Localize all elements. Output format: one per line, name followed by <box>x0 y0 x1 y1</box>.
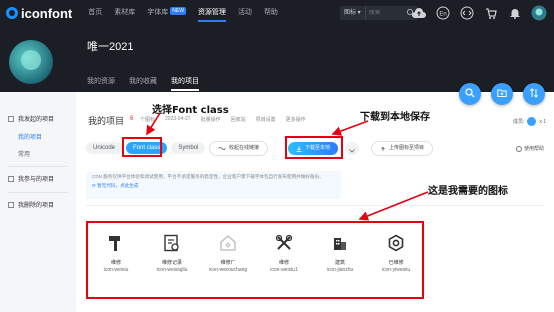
tools-icon <box>275 234 293 250</box>
bell-icon[interactable] <box>506 4 524 22</box>
tab-font-class[interactable]: Font class <box>126 142 168 154</box>
tab-symbol[interactable]: Symbol <box>171 142 206 154</box>
sidebar-item-common[interactable]: 常用 <box>18 149 30 158</box>
logo-icon <box>6 7 18 19</box>
profile-tabs: 我的资源 我的收藏 我的项目 <box>87 76 213 91</box>
nav-item-library[interactable]: 素材库 <box>114 0 135 26</box>
collapse-online-link-button[interactable]: 收起在线链接 <box>210 142 268 155</box>
profile-avatar <box>9 40 53 84</box>
top-nav: iconfont 首页 素材库 字体库NEW 资源管理 活动 帮助 图标 ▾ E… <box>0 0 554 26</box>
new-badge: NEW <box>170 7 186 15</box>
nav-item-home[interactable]: 首页 <box>88 0 102 26</box>
search-icon <box>465 85 475 103</box>
recycle-bin-link[interactable]: 回收站 <box>231 116 246 123</box>
icon-card[interactable]: 维修厂 icon-weixiuchang <box>200 234 256 298</box>
search-input[interactable] <box>365 10 406 16</box>
tab-my-resources[interactable]: 我的资源 <box>87 76 115 91</box>
sort-icon <box>529 85 539 103</box>
search-type-select[interactable]: 图标 ▾ <box>340 6 366 20</box>
upload-cloud-icon[interactable] <box>410 4 428 22</box>
nav-item-resources[interactable]: 资源管理 <box>197 0 226 26</box>
sidebar-group-joined[interactable]: 我参与的项目 <box>8 174 54 183</box>
building-icon <box>334 238 346 250</box>
annotation-text-font-class: 选择Font class <box>152 105 229 116</box>
icon-card[interactable]: 维修 icon-weixiu1 <box>256 234 312 298</box>
generate-code-link[interactable]: ⟳ 暂无代码，点此生成 <box>92 183 335 189</box>
icon-count-label: 个图标 <box>140 117 156 123</box>
icon-grid: 维修 icon-weixiu 维修记录 icon-weixiujilu 维修厂 … <box>88 234 428 298</box>
sort-fab[interactable] <box>523 83 545 105</box>
project-panel: 我的项目 6 个图标 2023-04-27 批量操作 回收站 项目设置 更多操作… <box>76 92 554 312</box>
usage-help-link[interactable]: 使用帮助 <box>515 145 544 152</box>
user-avatar[interactable] <box>530 4 548 22</box>
icon-card[interactable]: 维修记录 icon-weixiujilu <box>144 234 200 298</box>
logo[interactable]: iconfont <box>6 6 72 21</box>
folder-icon <box>8 115 14 122</box>
project-settings-link[interactable]: 项目设置 <box>256 116 276 123</box>
nav-item-fonts[interactable]: 字体库 NEW <box>147 0 186 26</box>
factory-icon <box>220 235 236 251</box>
profile-username: 唯一2021 <box>87 41 134 53</box>
download-options-dropdown[interactable] <box>345 142 359 155</box>
project-meta: 个图标 2023-04-27 批量操作 回收站 项目设置 更多操作 <box>140 116 316 123</box>
sidebar-item-my-projects[interactable]: 我的项目 <box>18 132 42 141</box>
annotation-text-download: 下载到本地保存 <box>360 112 430 123</box>
nav-item-events[interactable]: 活动 <box>238 0 252 26</box>
members: 成员: x 1 <box>512 117 546 126</box>
upload-icon-button[interactable]: 上传图标至项目 <box>372 142 433 155</box>
hammer-icon <box>109 236 120 251</box>
cdn-notice: CDN 服务仅供平台体验和调试使用，平台不承诺服务的稳定性，企业客户需下载字体包… <box>86 171 341 199</box>
repair-record-icon <box>164 234 179 252</box>
notice-text: CDN 服务仅供平台体验和调试使用，平台不承诺服务的稳定性，企业客户需下载字体包… <box>92 174 324 179</box>
annotation-text-icons: 这是我需要的图标 <box>428 186 508 197</box>
link-icon <box>218 146 226 151</box>
folder-icon <box>8 175 14 182</box>
download-local-button[interactable]: 下载至本地 <box>288 142 338 155</box>
icon-card[interactable]: 已维修 icon-yiweixiu <box>368 234 424 298</box>
trash-icon <box>8 201 14 208</box>
sidebar: 我发起的项目 我的项目 常用 我参与的项目 我删除的项目 <box>0 92 74 312</box>
tab-my-projects[interactable]: 我的项目 <box>171 76 199 91</box>
tab-unicode[interactable]: Unicode <box>86 142 123 154</box>
repaired-icon <box>388 234 404 252</box>
folder-add-icon <box>497 85 507 103</box>
help-icon <box>515 145 522 152</box>
icon-card[interactable]: 建筑 icon-jianzhu <box>312 234 368 298</box>
batch-operation-link[interactable]: 批量操作 <box>201 116 221 123</box>
cart-icon[interactable] <box>482 4 500 22</box>
svg-text:En: En <box>439 12 446 18</box>
add-folder-fab[interactable] <box>491 83 513 105</box>
project-title: 我的项目 <box>88 116 125 126</box>
content-divider <box>86 205 544 206</box>
sidebar-divider <box>8 192 68 193</box>
sidebar-group-deleted[interactable]: 我删除的项目 <box>8 200 54 209</box>
download-icon <box>296 146 302 152</box>
icon-card[interactable]: 维修 icon-weixiu <box>88 234 144 298</box>
nav-menu: 首页 素材库 字体库 NEW 资源管理 活动 帮助 <box>88 0 290 26</box>
code-type-tabs: Unicode Font class Symbol <box>86 142 209 154</box>
chevron-down-icon <box>349 140 355 158</box>
upload-icon <box>380 146 386 152</box>
more-actions-link[interactable]: 更多操作 <box>286 116 306 123</box>
member-avatar[interactable] <box>527 117 537 126</box>
project-date: 2023-04-27 <box>165 116 191 122</box>
tab-my-favorites[interactable]: 我的收藏 <box>129 76 157 91</box>
language-icon[interactable]: En <box>434 4 452 22</box>
sidebar-divider <box>8 166 68 167</box>
sidebar-group-created[interactable]: 我发起的项目 <box>8 114 54 123</box>
top-icons: En <box>404 4 548 22</box>
nav-item-help[interactable]: 帮助 <box>264 0 278 26</box>
search-fab[interactable] <box>459 83 481 105</box>
code-icon[interactable] <box>458 4 476 22</box>
icon-count: 6 <box>130 116 134 122</box>
